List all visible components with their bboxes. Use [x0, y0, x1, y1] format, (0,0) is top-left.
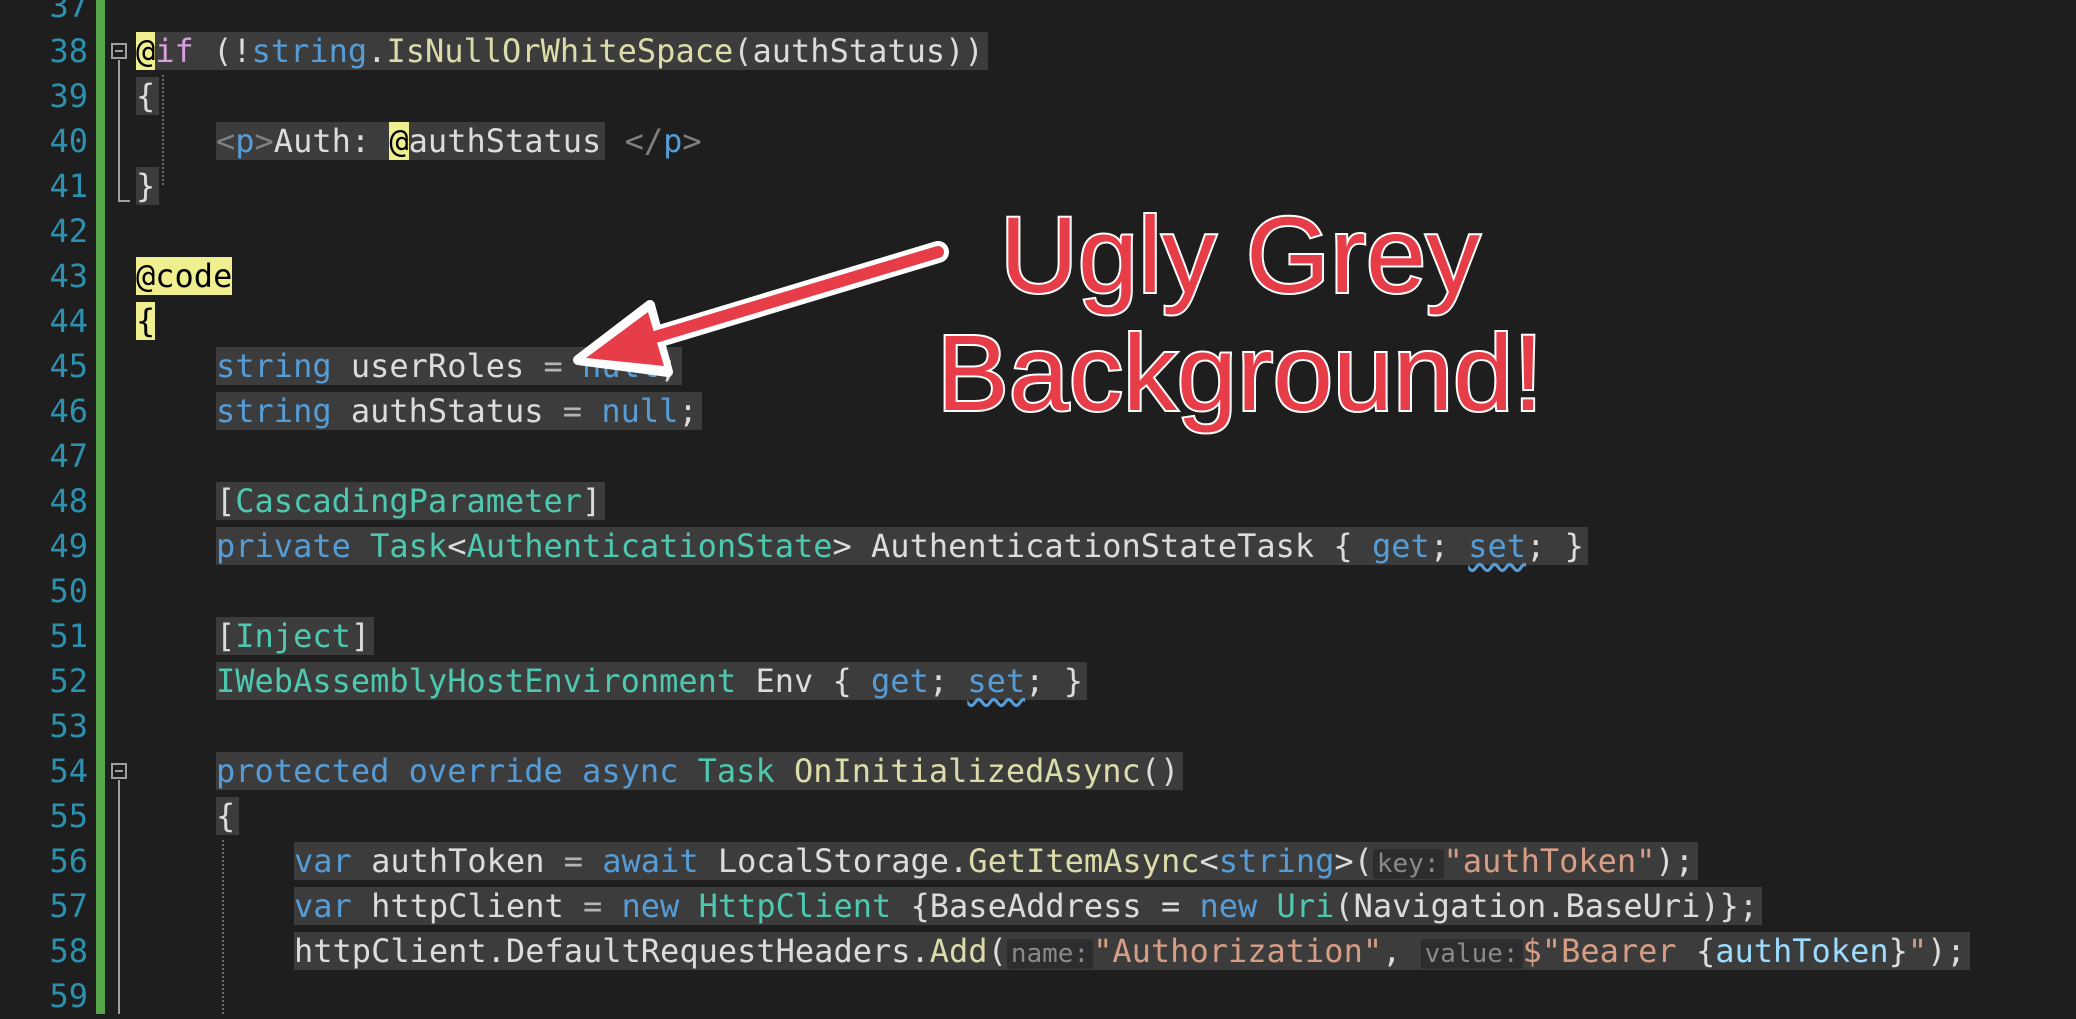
annotation-arrow — [573, 241, 949, 377]
annotation-text: Ugly Grey Background! — [935, 194, 1545, 434]
